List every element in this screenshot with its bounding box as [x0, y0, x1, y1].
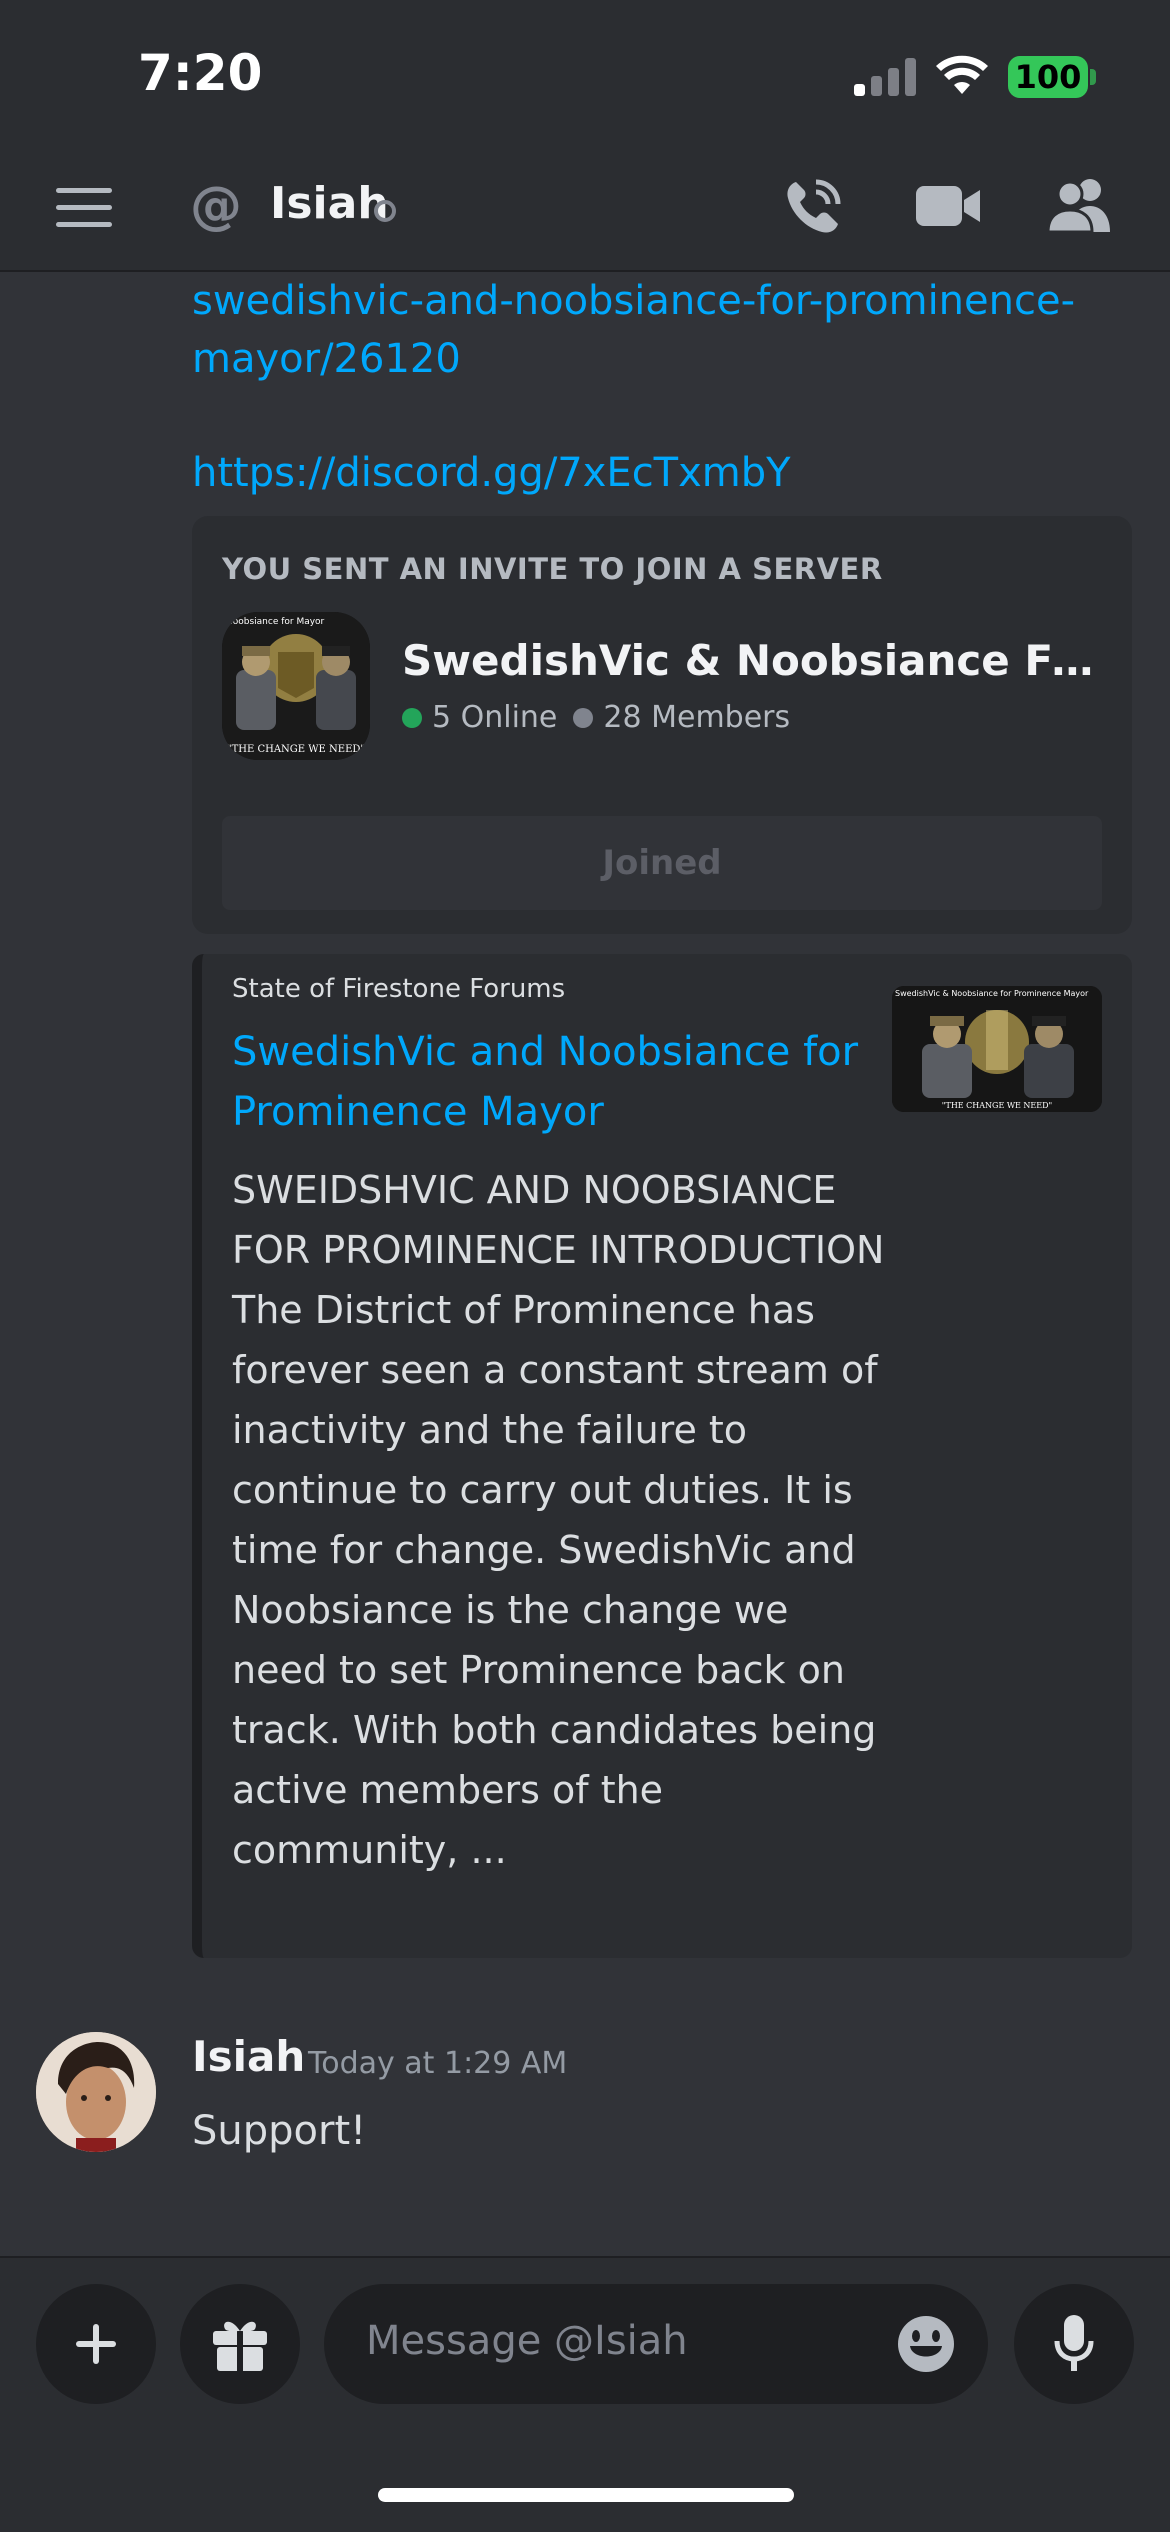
offline-status-icon [374, 200, 396, 222]
emoji-icon[interactable] [896, 2314, 956, 2374]
embed-description: SWEIDSHVIC AND NOOBSIANCE FOR PROMINENCE… [232, 1168, 885, 1872]
member-count: 28 Members [603, 700, 791, 735]
message-list[interactable]: swedishvic-and-noobsiance-for-prominence… [0, 272, 1170, 2256]
embed-title[interactable]: SwedishVic and Noobsiance for Prominence… [232, 1022, 872, 1142]
members-icon[interactable] [1046, 176, 1116, 232]
add-attachment-button[interactable] [36, 2284, 156, 2404]
battery-tip [1090, 69, 1096, 85]
top-bar: 7:20 100 @ Isiah [0, 0, 1170, 272]
embed-provider: State of Firestone Forums [232, 974, 566, 1004]
wifi-icon [936, 55, 988, 94]
link-embed: State of Firestone Forums SwedishVic and… [192, 954, 1132, 1958]
gift-button[interactable] [180, 2284, 300, 2404]
server-icon-caption: "THE CHANGE WE NEED" [227, 744, 365, 755]
message-author[interactable]: Isiah [192, 2032, 305, 2081]
server-icon[interactable]: Noobsiance for Mayor "THE CHANGE WE NEED… [222, 612, 370, 760]
invite-heading: YOU SENT AN INVITE TO JOIN A SERVER [222, 552, 883, 586]
joined-button[interactable]: Joined [222, 816, 1102, 910]
battery-indicator: 100 [1008, 56, 1088, 98]
voice-call-icon[interactable] [782, 176, 844, 238]
microphone-icon [1054, 2315, 1094, 2371]
at-icon: @ [190, 176, 242, 236]
online-dot-icon [402, 707, 422, 728]
members-dot-icon [573, 707, 594, 728]
online-count: 5 Online [432, 700, 558, 735]
message-input[interactable]: Message @Isiah [324, 2284, 988, 2404]
message-placeholder: Message @Isiah [366, 2318, 688, 2364]
dm-name[interactable]: Isiah [270, 178, 389, 229]
gift-icon [213, 2321, 267, 2371]
menu-icon[interactable] [56, 188, 112, 228]
embed-thumbnail[interactable]: SwedishVic & Noobsiance for Prominence M… [892, 986, 1102, 1112]
avatar[interactable] [36, 2032, 156, 2152]
message-timestamp: Today at 1:29 AM [308, 2046, 568, 2081]
server-name[interactable]: SwedishVic & Noobsiance For Prominence M… [402, 636, 1102, 685]
forum-link[interactable]: swedishvic-and-noobsiance-for-prominence… [192, 272, 1112, 388]
status-time: 7:20 [138, 44, 263, 102]
server-icon-top-text: Noobsiance for Mayor [226, 617, 325, 627]
server-invite-card: YOU SENT AN INVITE TO JOIN A SERVER Noob… [192, 516, 1132, 934]
thumb-top-text: SwedishVic & Noobsiance for Prominence M… [895, 989, 1089, 998]
invite-link[interactable]: https://discord.gg/7xEcTxmbY [192, 444, 791, 502]
video-call-icon[interactable] [916, 182, 982, 230]
home-indicator [378, 2488, 794, 2502]
cellular-signal-icon [854, 58, 916, 96]
server-stats: 5 Online 28 Members [402, 700, 790, 735]
message-text: Support! [192, 2108, 367, 2154]
plus-icon [76, 2324, 116, 2364]
voice-message-button[interactable] [1014, 2284, 1134, 2404]
thumb-caption: "THE CHANGE WE NEED" [942, 1101, 1052, 1110]
